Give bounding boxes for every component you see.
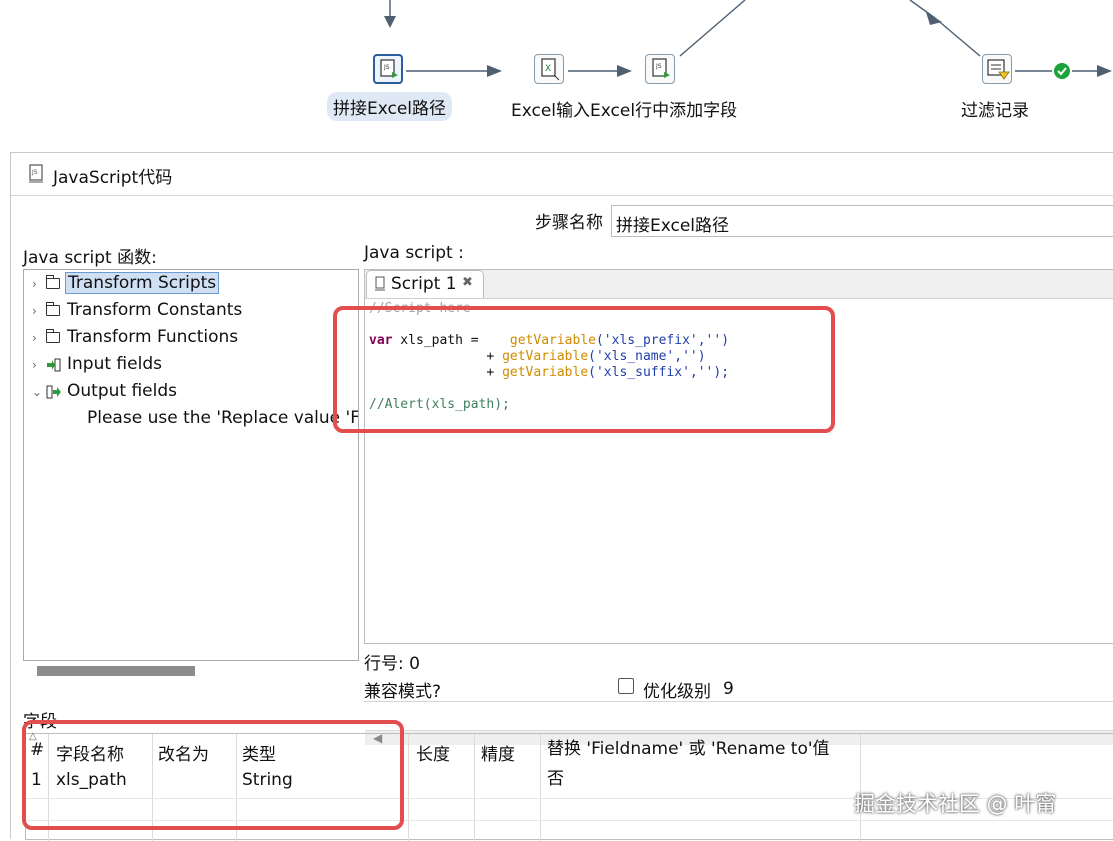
tab-label: Script 1	[391, 274, 457, 294]
optimize-value: 9	[723, 679, 734, 699]
tree-item-transform-functions[interactable]: › Transform Functions	[24, 326, 354, 352]
svg-text:JS: JS	[655, 63, 662, 70]
javascript-step-icon-2[interactable]: JS	[645, 54, 675, 84]
tree-item-transform-scripts[interactable]: › Transform Scripts	[24, 272, 354, 298]
output-fields-icon	[46, 384, 62, 405]
line-number-label: 行号: 0	[364, 654, 420, 674]
folder-icon	[46, 329, 60, 343]
success-check-icon	[1054, 63, 1070, 79]
tree-item-label: Input fields	[67, 354, 162, 374]
js-script-label: Java script :	[364, 243, 464, 263]
tree-item-input-fields[interactable]: › Input fields	[24, 353, 354, 379]
node-label-concat-path[interactable]: 拼接Excel路径	[327, 92, 453, 121]
node-label-filter-rows[interactable]: 过滤记录	[961, 96, 1029, 121]
optimize-checkbox[interactable]	[618, 678, 634, 694]
tree-item-transform-constants[interactable]: › Transform Constants	[24, 299, 354, 325]
script-icon	[373, 276, 387, 296]
svg-text:JS: JS	[31, 169, 38, 176]
tree-item-label: Please use the 'Replace value 'Fi	[87, 408, 359, 428]
tree-horizontal-scrollbar[interactable]	[37, 666, 195, 676]
javascript-dialog: JS JavaScript代码 步骤名称 拼接Excel路径 Java scri…	[10, 152, 1113, 841]
node-label-excel-add-fields[interactable]: Excel输入Excel行中添加字段	[511, 96, 737, 121]
dialog-title: JavaScript代码	[53, 168, 173, 188]
column-divider	[474, 734, 475, 841]
transformation-canvas[interactable]: JS 拼接Excel路径 X Excel输入Excel行中添加字段 JS 过滤记…	[0, 0, 1113, 152]
compat-mode-label: 兼容模式?	[364, 682, 442, 702]
column-header-replace[interactable]: 替换 'Fieldname' 或 'Rename to'值否	[543, 734, 843, 789]
close-icon[interactable]: ✖	[462, 275, 473, 290]
highlight-box-code	[333, 306, 835, 433]
tree-item-output-hint[interactable]: Please use the 'Replace value 'Fi	[24, 407, 359, 433]
chevron-down-icon[interactable]: ⌄	[32, 385, 42, 399]
tree-item-output-fields[interactable]: ⌄ Output fields	[24, 380, 354, 406]
javascript-step-icon[interactable]: JS	[373, 54, 403, 84]
javascript-title-icon: JS	[27, 163, 47, 189]
tree-item-label: Output fields	[67, 381, 177, 401]
optimize-label: 优化级别	[643, 682, 711, 702]
input-fields-icon	[46, 357, 62, 378]
column-header-length[interactable]: 长度	[412, 734, 454, 776]
js-functions-tree[interactable]: › Transform Scripts › Transform Constant…	[23, 269, 359, 661]
folder-icon	[46, 275, 60, 289]
tree-item-label: Transform Functions	[67, 327, 239, 347]
svg-text:X: X	[545, 64, 551, 74]
filter-rows-step-icon[interactable]	[982, 54, 1012, 84]
chevron-right-icon[interactable]: ›	[32, 331, 37, 345]
highlight-box-fields	[22, 720, 404, 830]
chevron-right-icon[interactable]: ›	[32, 277, 37, 291]
excel-input-step-icon[interactable]: X	[534, 54, 564, 84]
chevron-right-icon[interactable]: ›	[32, 304, 37, 318]
column-divider	[540, 734, 541, 841]
step-name-label: 步骤名称	[535, 213, 603, 233]
folder-icon	[46, 302, 60, 316]
watermark-text: 掘金技术社区 @ 叶甯	[854, 792, 1057, 816]
step-name-input[interactable]: 拼接Excel路径	[611, 205, 1113, 237]
tree-item-label: Transform Scripts	[65, 272, 220, 294]
column-divider	[408, 734, 409, 841]
chevron-right-icon[interactable]: ›	[32, 358, 37, 372]
js-functions-label: Java script 函数:	[23, 248, 157, 268]
script-tabstrip: Script 1 ✖	[365, 270, 1113, 299]
tree-item-label: Transform Constants	[67, 300, 243, 320]
dialog-titlebar: JS JavaScript代码	[11, 153, 1113, 196]
divider	[364, 701, 1113, 702]
tab-script-1[interactable]: Script 1 ✖	[366, 270, 484, 298]
svg-text:JS: JS	[383, 64, 390, 71]
column-header-precision[interactable]: 精度	[477, 734, 519, 776]
